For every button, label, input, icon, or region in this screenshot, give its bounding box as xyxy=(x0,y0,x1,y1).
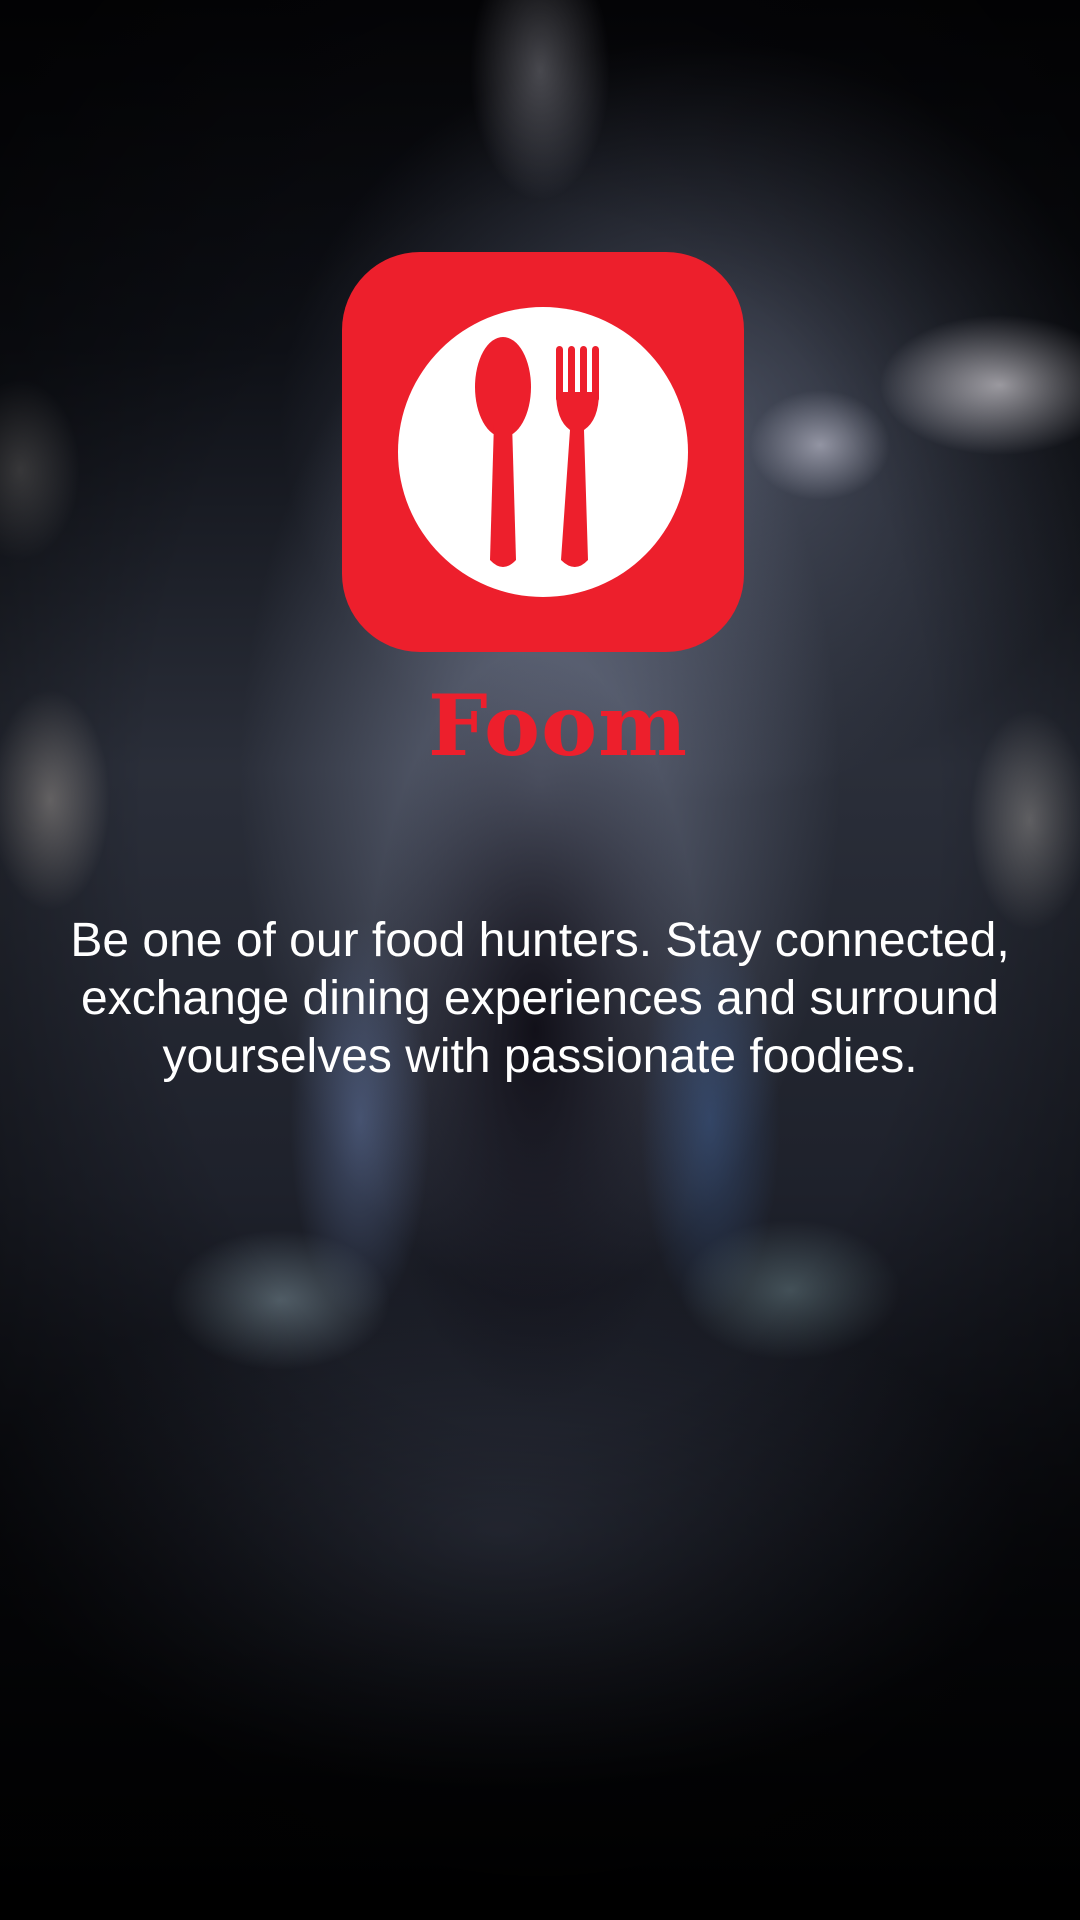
tagline-text: Be one of our food hunters. Stay connect… xyxy=(70,914,1010,1083)
spoon-and-fork-icon xyxy=(398,307,688,597)
plate-circle xyxy=(398,307,688,597)
splash-screen: Foom Be one of our food hunters. Stay co… xyxy=(0,0,1080,1920)
app-logo xyxy=(342,252,744,652)
app-name: Foom xyxy=(428,676,688,775)
